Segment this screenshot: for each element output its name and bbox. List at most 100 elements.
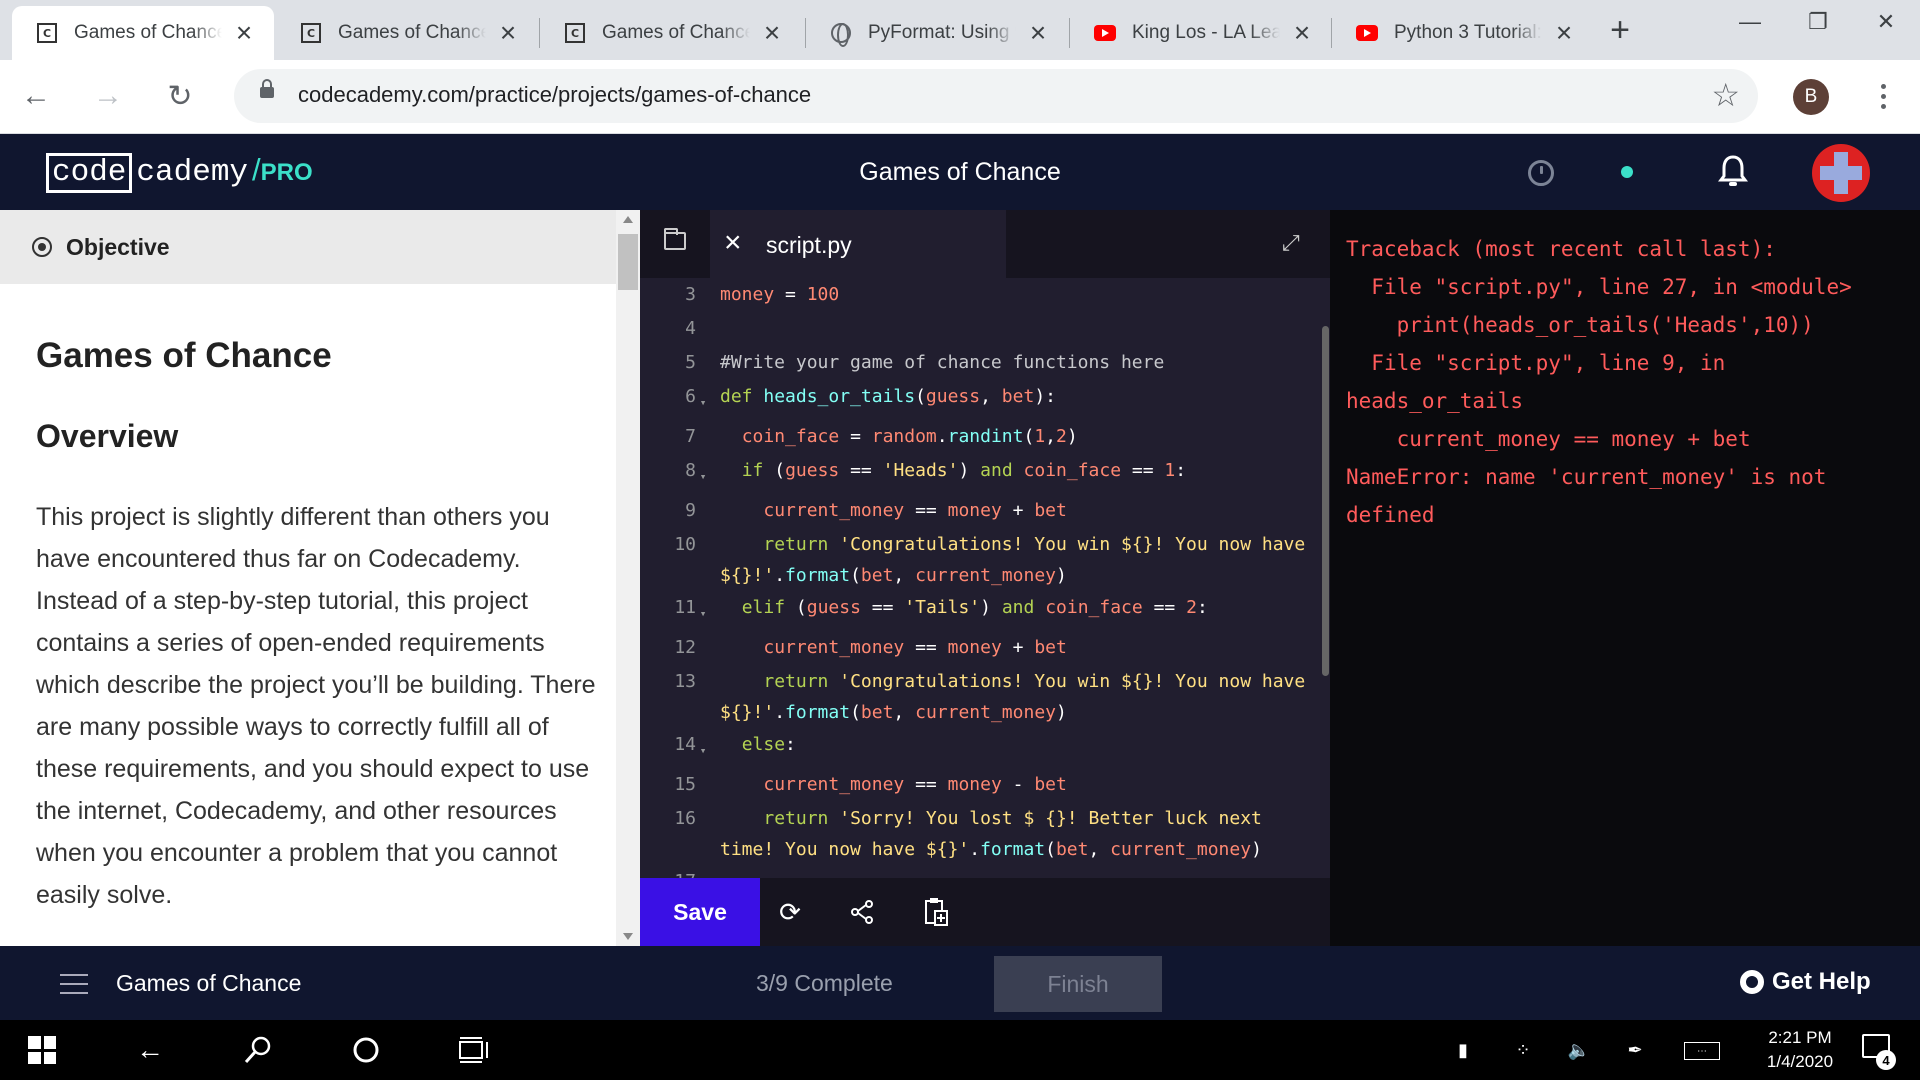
close-tab-icon[interactable]: × — [1290, 17, 1314, 48]
instructions-scrollbar[interactable] — [616, 210, 640, 946]
restore-button[interactable]: ❐ — [1784, 0, 1852, 44]
scroll-up-arrow-icon[interactable] — [623, 216, 633, 223]
code-line[interactable]: 5 #Write your game of chance functions he… — [640, 346, 1330, 380]
new-tab-button[interactable]: + — [1600, 10, 1640, 50]
profile-avatar[interactable]: B — [1793, 79, 1829, 115]
code-token: ) — [1251, 839, 1262, 860]
url-text[interactable]: codecademy.com/practice/projects/games-o… — [298, 82, 811, 108]
close-tab-icon[interactable]: × — [1552, 17, 1576, 48]
fold-gutter — [696, 346, 710, 380]
address-bar[interactable]: codecademy.com/practice/projects/games-o… — [234, 69, 1758, 123]
reload-button[interactable]: ↻ — [158, 74, 202, 118]
search-icon[interactable] — [228, 1020, 288, 1080]
code-line[interactable]: 16 return 'Sorry! You lost $ {}! Better … — [640, 802, 1330, 865]
code-line[interactable]: 8 ▾ if (guess == 'Heads') and coin_face =… — [640, 454, 1330, 494]
bell-icon[interactable] — [1718, 154, 1748, 188]
copy-to-clipboard-icon[interactable] — [922, 898, 950, 926]
code-token: - — [1001, 774, 1035, 795]
close-tab-icon[interactable]: × — [1026, 17, 1050, 48]
app-footer: Games of Chance 3/9 Complete Finish Get … — [0, 946, 1920, 1020]
back-button[interactable]: ← — [14, 74, 58, 118]
code-line[interactable]: 7 coin_face = random.randint(1,2) — [640, 420, 1330, 454]
browser-menu-icon[interactable] — [1870, 74, 1896, 118]
code-token: guess — [785, 460, 840, 481]
keyboard-icon[interactable]: ⋯ — [1684, 1042, 1720, 1060]
editor-scrollbar[interactable] — [1322, 326, 1329, 676]
code-line[interactable]: 17 — [640, 865, 1330, 878]
browser-tab[interactable]: C Games of Chance | × — [12, 6, 274, 60]
code-line[interactable]: 3 money = 100 — [640, 278, 1330, 312]
taskbar-back-icon[interactable]: ← — [120, 1020, 180, 1080]
browser-tab[interactable]: C Games of Chance (× — [276, 6, 538, 60]
code-line[interactable]: 13 return 'Congratulations! You win ${}!… — [640, 665, 1330, 728]
close-tab-icon[interactable]: × — [232, 17, 256, 48]
line-number: 6 — [685, 386, 696, 407]
get-help-button[interactable]: Get Help — [1740, 968, 1871, 996]
volume-icon[interactable]: 🔈 — [1566, 1040, 1592, 1060]
close-tab-icon[interactable]: × — [724, 226, 742, 260]
close-tab-icon[interactable]: × — [760, 17, 784, 48]
terminal-output[interactable]: Traceback (most recent call last): File … — [1330, 210, 1920, 946]
code-line[interactable]: 4 — [640, 312, 1330, 346]
editor-tab-bar: × script.py ⤢ — [640, 210, 1330, 278]
folder-icon[interactable] — [664, 228, 686, 250]
browser-tab[interactable]: King Los - LA Leak × — [1070, 6, 1332, 60]
code-line[interactable]: 14 ▾ else: — [640, 728, 1330, 768]
browser-tab[interactable]: Python 3 Tutorial: × — [1332, 6, 1594, 60]
code-line[interactable]: 11 ▾ elif (guess == 'Tails') and coin_fac… — [640, 591, 1330, 631]
user-avatar[interactable] — [1812, 144, 1870, 202]
code-line[interactable]: 15 current_money == money - bet — [640, 768, 1330, 802]
scrollbar-thumb[interactable] — [618, 234, 638, 290]
code-area[interactable]: 3 money = 100 4 5 #Write your game of chance… — [640, 278, 1330, 878]
code-token: guess — [806, 597, 861, 618]
expand-icon[interactable]: ⤢ — [1282, 230, 1306, 255]
lifebuoy-icon — [1740, 970, 1764, 994]
instructions-pane: Objective Games of Chance Overview This … — [0, 210, 640, 946]
forward-button[interactable]: → — [86, 74, 130, 118]
line-number: 14 — [674, 734, 696, 755]
pen-icon[interactable]: ✒ — [1622, 1040, 1648, 1060]
task-view-icon[interactable] — [444, 1020, 504, 1080]
code-token: ( — [763, 460, 786, 481]
alarm-clock-icon[interactable] — [1528, 160, 1554, 186]
file-tab-script[interactable]: × script.py — [710, 210, 1006, 278]
close-tab-icon[interactable]: × — [496, 17, 520, 48]
line-number: 4 — [685, 318, 696, 339]
windows-start-icon[interactable] — [12, 1020, 72, 1080]
line-number: 5 — [685, 352, 696, 373]
battery-icon[interactable]: ▮ — [1450, 1040, 1476, 1060]
scroll-down-arrow-icon[interactable] — [623, 933, 633, 940]
fold-arrow-icon[interactable]: ▾ — [696, 591, 710, 631]
cortana-icon[interactable] — [336, 1020, 396, 1080]
bookmark-star-icon[interactable]: ☆ — [1711, 76, 1740, 114]
hamburger-menu-icon[interactable] — [60, 974, 88, 994]
finish-button[interactable]: Finish — [994, 956, 1162, 1012]
taskbar-clock[interactable]: 2:21 PM 1/4/2020 — [1740, 1026, 1860, 1074]
code-line[interactable]: 9 current_money == money + bet — [640, 494, 1330, 528]
objective-header[interactable]: Objective — [0, 210, 616, 284]
fold-gutter — [696, 802, 710, 865]
code-token: and — [980, 460, 1013, 481]
minimize-button[interactable]: — — [1716, 0, 1784, 44]
close-window-button[interactable]: ✕ — [1852, 0, 1920, 44]
footer-project-title[interactable]: Games of Chance — [116, 970, 301, 997]
share-icon[interactable] — [848, 898, 876, 926]
wifi-icon[interactable]: ⁘ — [1510, 1040, 1536, 1060]
fold-arrow-icon[interactable]: ▾ — [696, 380, 710, 420]
code-line[interactable]: 6 ▾ def heads_or_tails(guess, bet): — [640, 380, 1330, 420]
reset-icon[interactable]: ⟳ — [776, 897, 804, 927]
code-text: elif (guess == 'Tails') and coin_face ==… — [720, 591, 1310, 631]
browser-tab[interactable]: C Games of Chance - × — [540, 6, 802, 60]
code-line[interactable]: 10 return 'Congratulations! You win ${}!… — [640, 528, 1330, 591]
save-button[interactable]: Save — [640, 878, 760, 946]
fold-arrow-icon[interactable]: ▾ — [696, 454, 710, 494]
fold-gutter — [696, 494, 710, 528]
browser-tab[interactable]: PyFormat: Using % × — [806, 6, 1068, 60]
fold-arrow-icon[interactable]: ▾ — [696, 728, 710, 768]
code-line[interactable]: 12 current_money == money + bet — [640, 631, 1330, 665]
